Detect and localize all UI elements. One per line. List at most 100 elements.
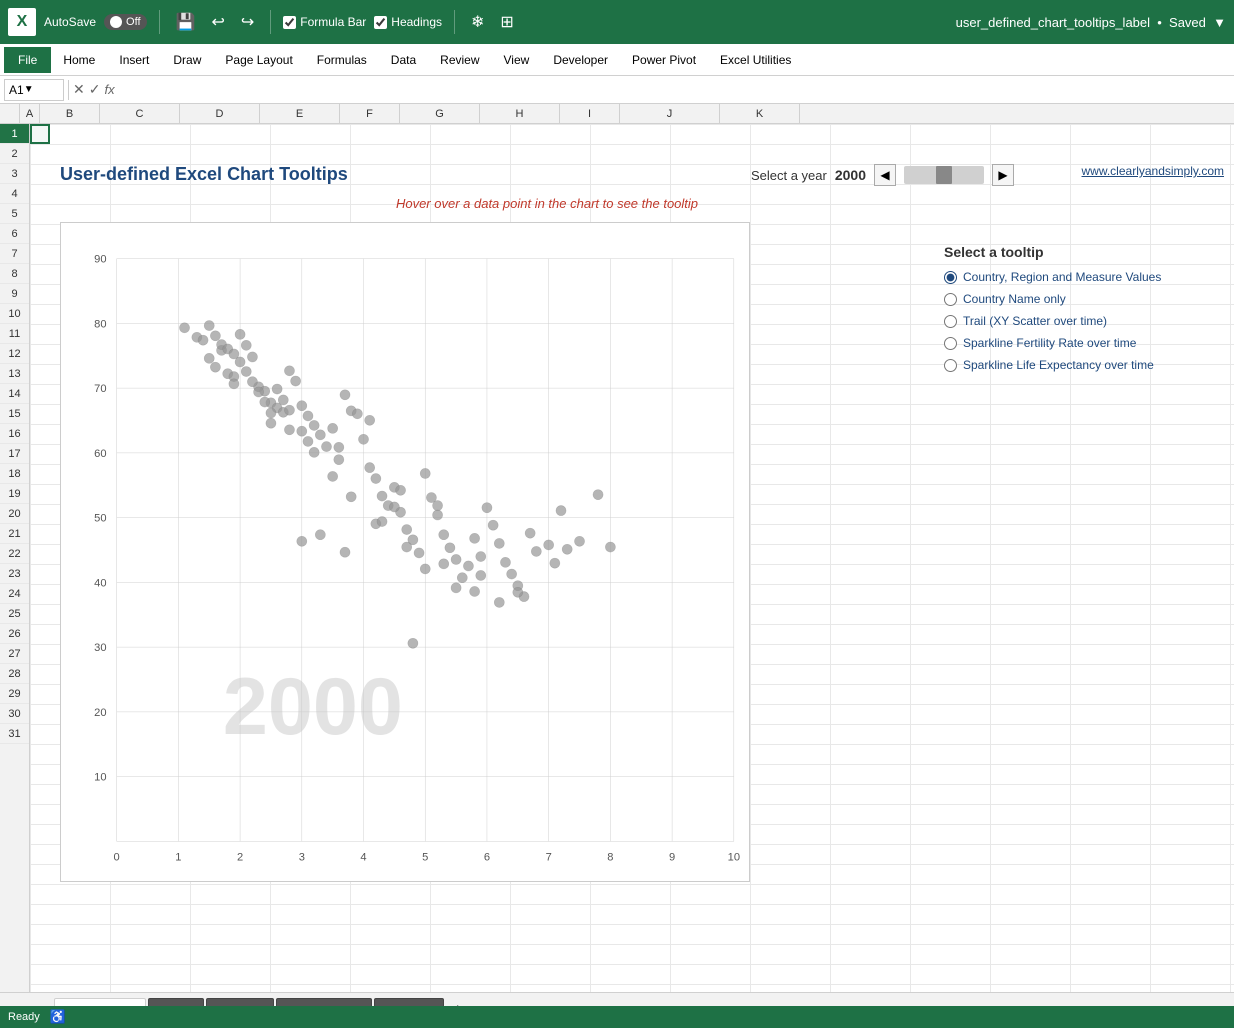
scatter-point[interactable] [309, 420, 319, 430]
save-icon[interactable]: 💾 [172, 10, 200, 34]
menu-view[interactable]: View [492, 47, 542, 73]
scatter-point[interactable] [303, 411, 313, 421]
menu-developer[interactable]: Developer [541, 47, 620, 73]
formula-input[interactable] [119, 79, 1230, 101]
layout-icon[interactable]: ⊞ [496, 10, 517, 34]
year-slider[interactable] [904, 166, 984, 184]
col-header-c[interactable]: C [100, 104, 180, 123]
col-header-b[interactable]: B [40, 104, 100, 123]
accessibility-icon[interactable]: ♿ [50, 1009, 66, 1025]
row-num-2[interactable]: 2 [0, 144, 29, 164]
scatter-point[interactable] [513, 587, 523, 597]
scatter-point[interactable] [439, 530, 449, 540]
row-num-26[interactable]: 26 [0, 624, 29, 644]
scatter-point[interactable] [297, 536, 307, 546]
year-slider-thumb[interactable] [936, 166, 952, 184]
website-link[interactable]: www.clearlyandsimply.com [1082, 164, 1224, 178]
undo-icon[interactable]: ↩ [207, 10, 228, 34]
scatter-point[interactable] [235, 357, 245, 367]
col-header-f[interactable]: F [340, 104, 400, 123]
scatter-point[interactable] [241, 340, 251, 350]
scatter-point[interactable] [420, 564, 430, 574]
scatter-point[interactable] [593, 490, 603, 500]
menu-draw[interactable]: Draw [161, 47, 213, 73]
row-num-12[interactable]: 12 [0, 344, 29, 364]
scatter-point[interactable] [247, 377, 257, 387]
row-num-17[interactable]: 17 [0, 444, 29, 464]
menu-formulas[interactable]: Formulas [305, 47, 379, 73]
scatter-point[interactable] [476, 551, 486, 561]
scatter-point[interactable] [204, 321, 214, 331]
formula-bar-toggle[interactable]: Formula Bar [283, 15, 366, 29]
scatter-point[interactable] [266, 418, 276, 428]
row-num-20[interactable]: 20 [0, 504, 29, 524]
menu-file[interactable]: File [4, 47, 51, 73]
scatter-point[interactable] [439, 559, 449, 569]
scatter-point[interactable] [284, 405, 294, 415]
row-num-21[interactable]: 21 [0, 524, 29, 544]
row-num-16[interactable]: 16 [0, 424, 29, 444]
scatter-point[interactable] [204, 353, 214, 363]
scatter-point[interactable] [266, 408, 276, 418]
scatter-point[interactable] [470, 533, 480, 543]
row-num-5[interactable]: 5 [0, 204, 29, 224]
selected-cell-a1[interactable] [30, 124, 50, 144]
scatter-point[interactable] [241, 366, 251, 376]
scatter-point[interactable] [334, 455, 344, 465]
scatter-point[interactable] [494, 597, 504, 607]
row-num-6[interactable]: 6 [0, 224, 29, 244]
scatter-point[interactable] [365, 415, 375, 425]
scatter-point[interactable] [309, 447, 319, 457]
scatter-point[interactable] [433, 501, 443, 511]
col-header-d[interactable]: D [180, 104, 260, 123]
menu-excel-utilities[interactable]: Excel Utilities [708, 47, 803, 73]
scatter-point[interactable] [210, 362, 220, 372]
scatter-point[interactable] [334, 442, 344, 452]
year-next-btn[interactable]: ▶ [992, 164, 1014, 186]
tooltip-option-2[interactable]: Country Name only [944, 292, 1224, 306]
tooltip-option-5[interactable]: Sparkline Life Expectancy over time [944, 358, 1224, 372]
scatter-point[interactable] [284, 366, 294, 376]
row-num-23[interactable]: 23 [0, 564, 29, 584]
row-num-1[interactable]: 1 [0, 124, 29, 144]
tooltip-option-3[interactable]: Trail (XY Scatter over time) [944, 314, 1224, 328]
scatter-point[interactable] [297, 401, 307, 411]
scatter-point[interactable] [389, 502, 399, 512]
scatter-point[interactable] [247, 352, 257, 362]
scatter-point[interactable] [408, 638, 418, 648]
tooltip-option-1[interactable]: Country, Region and Measure Values [944, 270, 1224, 284]
scatter-point[interactable] [235, 329, 245, 339]
col-header-j[interactable]: J [620, 104, 720, 123]
scatter-point[interactable] [445, 543, 455, 553]
tooltip-radio-1[interactable] [944, 271, 957, 284]
scatter-point[interactable] [414, 548, 424, 558]
scatter-point[interactable] [420, 468, 430, 478]
row-num-27[interactable]: 27 [0, 644, 29, 664]
scatter-point[interactable] [260, 397, 270, 407]
scatter-point[interactable] [605, 542, 615, 552]
scatter-point[interactable] [328, 471, 338, 481]
tooltip-radio-2[interactable] [944, 293, 957, 306]
scatter-point[interactable] [550, 558, 560, 568]
scatter-point[interactable] [395, 485, 405, 495]
scatter-point[interactable] [346, 492, 356, 502]
scatter-point[interactable] [303, 436, 313, 446]
scatter-point[interactable] [402, 524, 412, 534]
cell-ref-dropdown[interactable]: ▼ [24, 84, 34, 95]
scatter-point[interactable] [340, 390, 350, 400]
scatter-point[interactable] [556, 506, 566, 516]
scatter-point[interactable] [463, 561, 473, 571]
row-num-30[interactable]: 30 [0, 704, 29, 724]
row-num-13[interactable]: 13 [0, 364, 29, 384]
tooltip-radio-5[interactable] [944, 359, 957, 372]
scatter-point[interactable] [278, 395, 288, 405]
scatter-point[interactable] [371, 473, 381, 483]
row-num-14[interactable]: 14 [0, 384, 29, 404]
scatter-point[interactable] [229, 379, 239, 389]
tooltip-radio-4[interactable] [944, 337, 957, 350]
headings-checkbox[interactable] [374, 16, 387, 29]
row-num-15[interactable]: 15 [0, 404, 29, 424]
row-num-24[interactable]: 24 [0, 584, 29, 604]
scatter-point[interactable] [179, 323, 189, 333]
col-header-i[interactable]: I [560, 104, 620, 123]
